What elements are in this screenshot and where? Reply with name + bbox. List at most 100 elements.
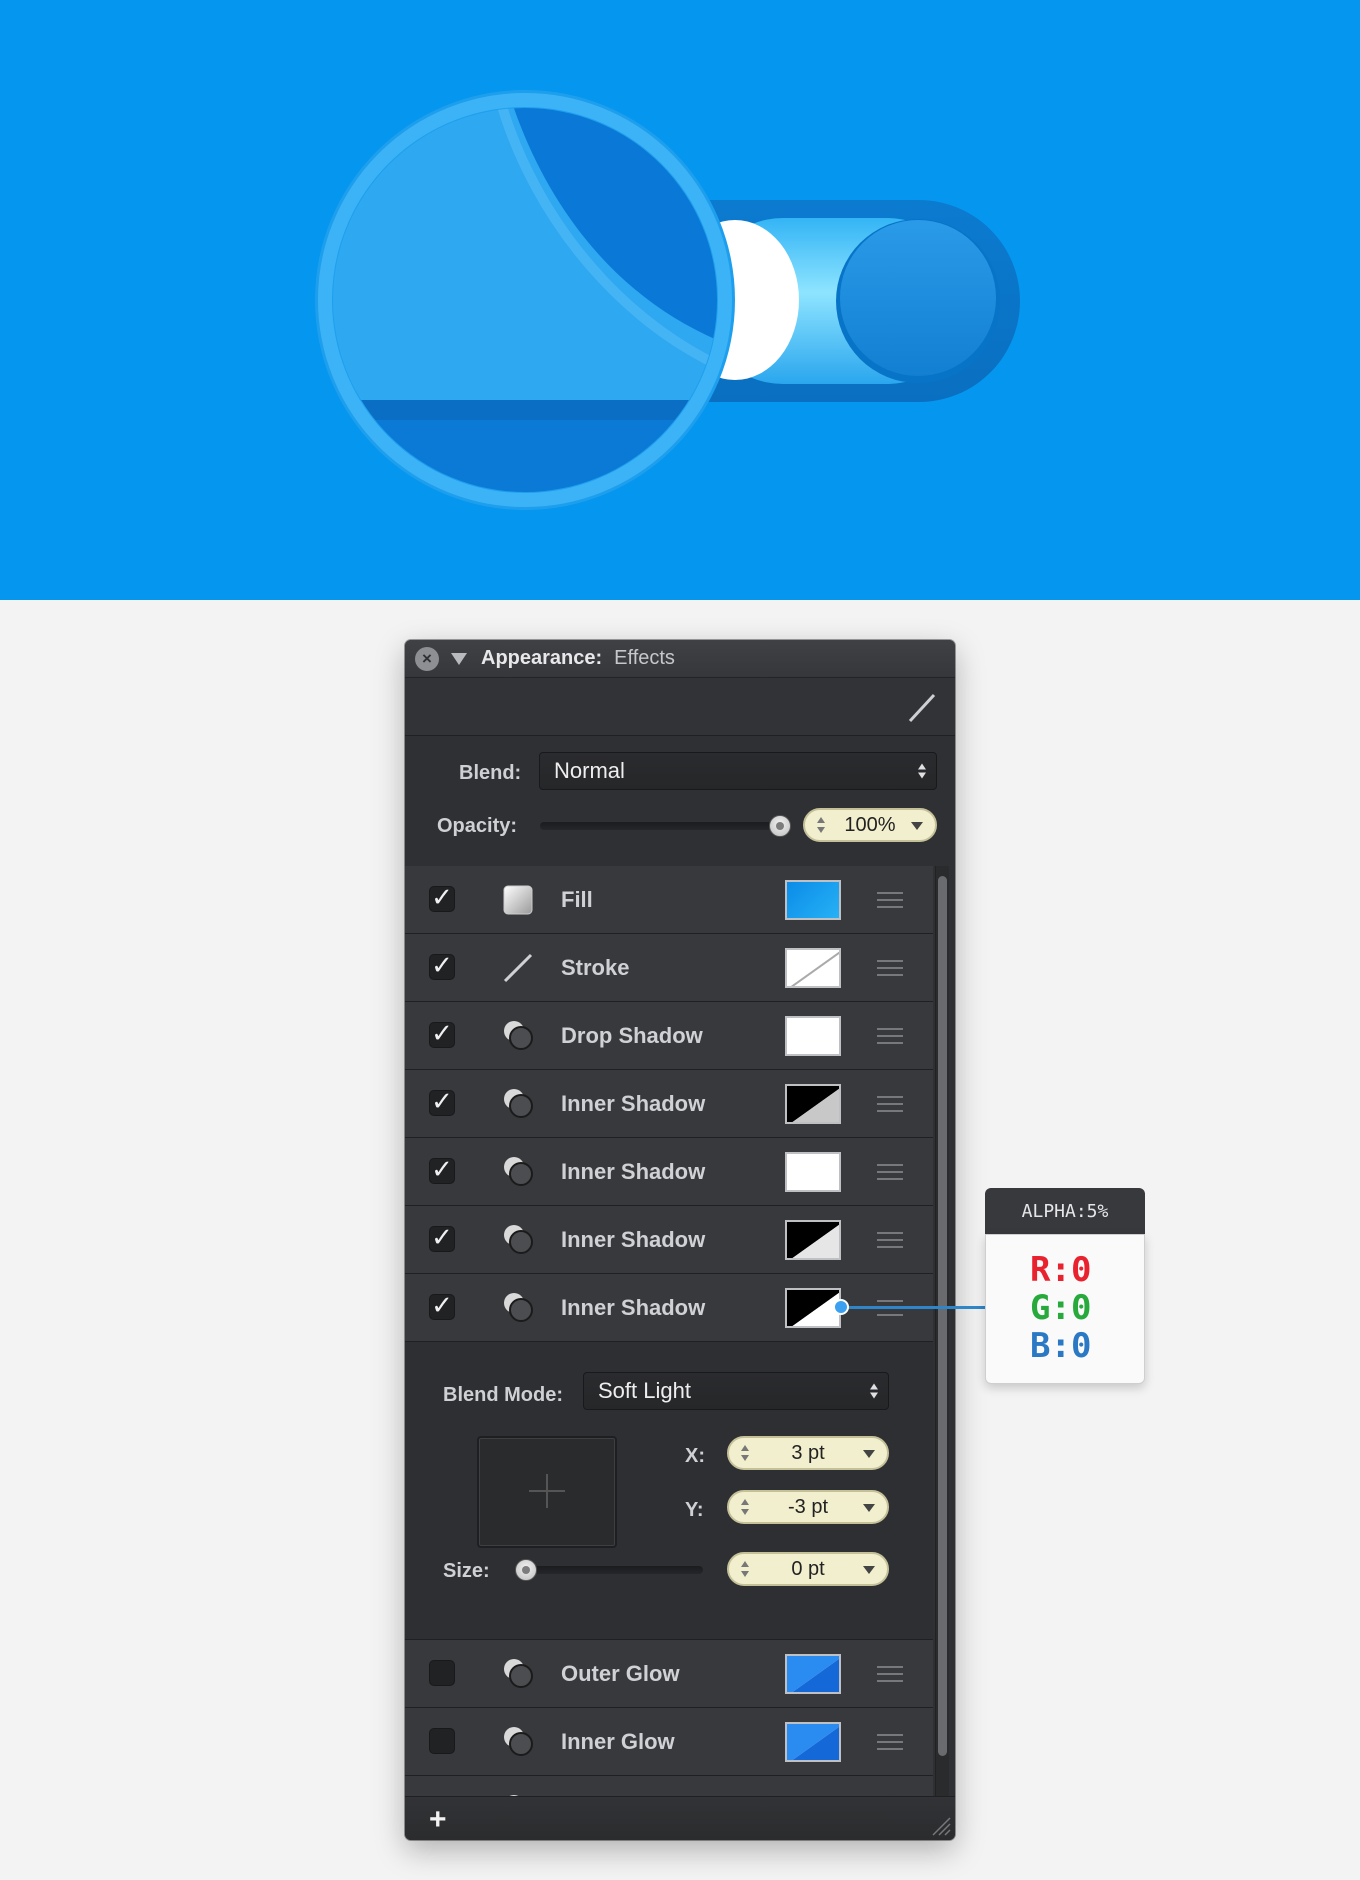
list-scrollbar[interactable] — [935, 866, 949, 1796]
chevron-down-icon[interactable] — [863, 1504, 875, 1512]
effect-checkbox[interactable]: ✓ — [429, 885, 455, 912]
opacity-slider-knob[interactable] — [769, 815, 791, 837]
collapse-triangle-icon[interactable] — [451, 652, 467, 665]
effect-label: Drop Shadow — [561, 1023, 703, 1048]
list-item[interactable]: ✓ Inner Shadow — [405, 1138, 933, 1206]
resize-grip-icon[interactable] — [929, 1814, 951, 1836]
effect-checkbox[interactable]: ✓ — [429, 1225, 455, 1252]
list-item[interactable]: ✓ Inner Shadow — [405, 1070, 933, 1138]
list-item[interactable]: ✓ Fill — [405, 866, 933, 934]
drag-handle-icon[interactable] — [877, 1232, 903, 1248]
add-effect-button[interactable]: + — [429, 1803, 447, 1837]
blend-select[interactable]: Normal — [539, 752, 937, 790]
x-label: X: — [685, 1445, 705, 1467]
crosshair-icon — [529, 1474, 565, 1508]
toggle-illustration — [0, 0, 1360, 600]
panel-title: Appearance: — [481, 647, 603, 669]
red-value: R:0 — [1030, 1250, 1092, 1290]
list-item[interactable]: Inner Glow — [405, 1708, 933, 1776]
effect-checkbox[interactable]: ✓ — [429, 1089, 455, 1116]
stepper-up-icon[interactable] — [741, 1561, 749, 1567]
blend-mode-select[interactable]: Soft Light — [583, 1372, 889, 1410]
color-swatch[interactable] — [785, 1722, 841, 1762]
tool-line[interactable] — [891, 684, 953, 732]
chevron-down-icon[interactable] — [911, 822, 923, 830]
inner-shadow-editor: Blend Mode: Soft Light X: 3 pt Y: -3 pt — [405, 1342, 933, 1640]
drag-handle-icon[interactable] — [877, 1666, 903, 1682]
x-value: 3 pt — [791, 1441, 825, 1464]
stepper-down-icon[interactable] — [817, 827, 825, 833]
stepper-down-icon[interactable] — [741, 1571, 749, 1577]
appearance-panel: × Appearance: Effects T Blend: Normal Op… — [405, 640, 955, 1840]
scrollbar-thumb[interactable] — [938, 876, 947, 1756]
effect-checkbox[interactable]: ✓ — [429, 1157, 455, 1184]
effect-label: Inner Glow — [561, 1729, 675, 1754]
size-value: 0 pt — [791, 1557, 825, 1580]
color-swatch[interactable] — [785, 1220, 841, 1260]
chevron-down-icon[interactable] — [863, 1566, 875, 1574]
blend-label: Blend: — [459, 762, 522, 784]
effect-checkbox[interactable]: ✓ — [429, 1293, 455, 1320]
color-swatch[interactable] — [785, 1084, 841, 1124]
color-callout: ALPHA:5% R:0 G:0 B:0 — [985, 1188, 1145, 1384]
chevron-down-icon[interactable] — [863, 1450, 875, 1458]
list-item[interactable]: Outer Glow — [405, 1640, 933, 1708]
list-item[interactable]: ✓ Inner Shadow — [405, 1206, 933, 1274]
drag-handle-icon[interactable] — [877, 1734, 903, 1750]
x-stepper[interactable]: 3 pt — [727, 1436, 889, 1470]
y-label: Y: — [685, 1499, 704, 1521]
shadow-icon — [501, 1223, 535, 1257]
effect-checkbox[interactable] — [429, 1660, 455, 1686]
effect-label: Inner Shadow — [561, 1159, 706, 1184]
size-slider-knob[interactable] — [515, 1559, 537, 1581]
stroke-icon — [501, 951, 535, 985]
green-value: G:0 — [1030, 1288, 1092, 1328]
shadow-icon — [501, 1019, 535, 1053]
stepper-down-icon[interactable] — [741, 1509, 749, 1515]
drag-handle-icon[interactable] — [877, 1028, 903, 1044]
effects-list: ✓ Fill ✓ Stroke ✓ Drop Shadow ✓ Inner Sh… — [405, 866, 933, 1820]
blue-value: B:0 — [1030, 1326, 1092, 1366]
size-label: Size: — [443, 1560, 490, 1582]
stepper-up-icon[interactable] — [817, 817, 825, 823]
stepper-down-icon[interactable] — [741, 1455, 749, 1461]
opacity-stepper[interactable]: 100% — [803, 808, 937, 842]
opacity-slider-track[interactable] — [540, 822, 780, 830]
color-swatch[interactable] — [785, 880, 841, 920]
shadow-icon — [501, 1291, 535, 1325]
stepper-up-icon[interactable] — [741, 1499, 749, 1505]
color-swatch[interactable] — [785, 1654, 841, 1694]
effect-label: Inner Shadow — [561, 1091, 706, 1116]
stepper-up-icon[interactable] — [741, 1445, 749, 1451]
panel-bottombar: + — [405, 1796, 955, 1840]
panel-titlebar: × Appearance: Effects — [405, 640, 955, 678]
drag-handle-icon[interactable] — [877, 892, 903, 908]
opacity-label: Opacity: — [437, 815, 518, 837]
y-stepper[interactable]: -3 pt — [727, 1490, 889, 1524]
alpha-label: ALPHA:5% — [985, 1188, 1145, 1234]
effect-label: Stroke — [561, 955, 630, 980]
blend-value: Normal — [554, 758, 625, 783]
size-stepper[interactable]: 0 pt — [727, 1552, 889, 1586]
color-swatch[interactable] — [785, 1016, 841, 1056]
size-slider-track[interactable] — [517, 1566, 703, 1574]
effect-checkbox[interactable]: ✓ — [429, 1021, 455, 1048]
shadow-icon — [501, 1725, 535, 1759]
effect-label: Inner Shadow — [561, 1227, 706, 1252]
offset-pad[interactable] — [477, 1436, 617, 1548]
effect-checkbox[interactable] — [429, 1728, 455, 1754]
drag-handle-icon[interactable] — [877, 1096, 903, 1112]
effect-checkbox[interactable]: ✓ — [429, 953, 455, 980]
drag-handle-icon[interactable] — [877, 1164, 903, 1180]
toggle-switch-artwork — [315, 90, 1020, 510]
color-swatch[interactable] — [785, 1152, 841, 1192]
list-item[interactable]: ✓ Stroke — [405, 934, 933, 1002]
color-swatch[interactable] — [785, 948, 841, 988]
blend-mode-label: Blend Mode: — [443, 1384, 563, 1406]
effect-label: Outer Glow — [561, 1661, 680, 1686]
fill-icon — [501, 883, 535, 917]
list-item[interactable]: ✓ Drop Shadow — [405, 1002, 933, 1070]
close-button[interactable]: × — [415, 646, 439, 671]
effect-label: Inner Shadow — [561, 1295, 706, 1320]
drag-handle-icon[interactable] — [877, 960, 903, 976]
